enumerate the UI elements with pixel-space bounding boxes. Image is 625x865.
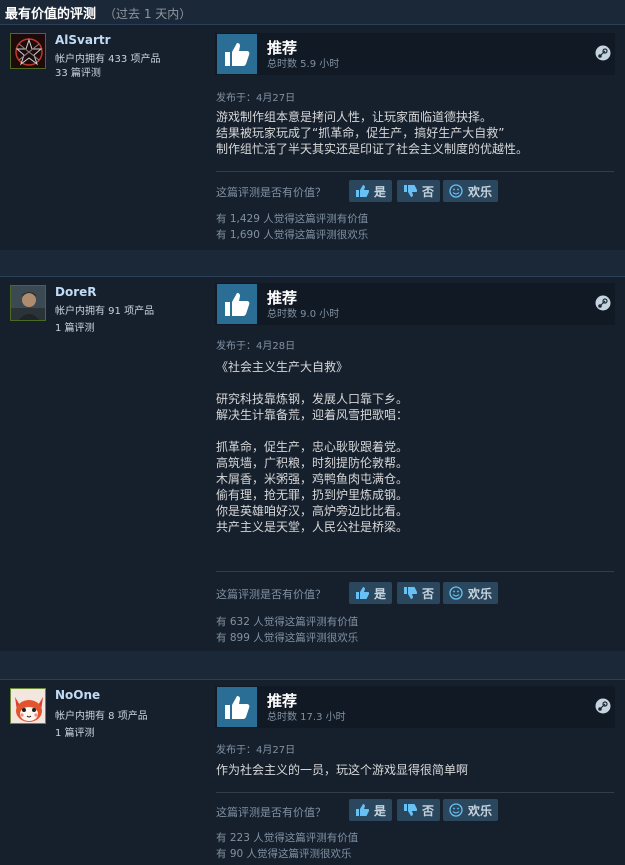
review-separator [0, 651, 625, 679]
section-header: 最有价值的评测 （过去 1 天内） [0, 0, 625, 24]
thumbs-up-icon [356, 804, 369, 816]
vote-no-label: 否 [422, 184, 435, 199]
vote-funny-button[interactable]: 欢乐 [443, 799, 499, 821]
author-review-count[interactable]: 1 篇评测 [55, 724, 95, 739]
avatar[interactable] [10, 688, 46, 724]
helpful-count: 有 1,429 人觉得这篇评测有价值 [216, 213, 369, 225]
divider [216, 792, 614, 793]
helpful-question: 这篇评测是否有价值？ [216, 186, 326, 199]
vote-funny-label: 欢乐 [468, 803, 493, 818]
vote-yes-label: 是 [374, 586, 387, 601]
vote-no-label: 否 [422, 803, 435, 818]
review-card: DoreR 帐户内拥有 91 项产品 1 篇评测 推荐 总时数 9.0 小时 发… [0, 276, 625, 651]
posted-date: 发布于：4月28日 [216, 341, 296, 352]
review-content: 游戏制作组本意是拷问人性，让玩家面临道德抉择。 结果被玩家玩成了“抓革命，促生产… [216, 110, 529, 156]
playtime: 总时数 17.3 小时 [267, 712, 346, 723]
funny-count: 有 1,690 人觉得这篇评测很欢乐 [216, 229, 369, 241]
steam-icon [595, 295, 611, 311]
thumbs-down-icon [404, 587, 417, 599]
thumbs-up-icon [356, 587, 369, 599]
playtime: 总时数 5.9 小时 [267, 59, 340, 70]
smiley-icon [449, 803, 463, 817]
author-products[interactable]: 帐户内拥有 91 项产品 [55, 302, 154, 317]
vote-no-button[interactable]: 否 [397, 799, 441, 821]
author-review-count[interactable]: 33 篇评测 [55, 64, 101, 79]
vote-yes-button[interactable]: 是 [349, 799, 393, 821]
funny-count: 有 899 人觉得这篇评测很欢乐 [216, 632, 359, 644]
thumbs-up-icon [217, 34, 257, 74]
vote-funny-button[interactable]: 欢乐 [443, 180, 499, 202]
thumbs-up-icon [356, 185, 369, 197]
author-name[interactable]: NoOne [55, 688, 100, 702]
review-content: 《社会主义生产大自救》 研究科技靠炼钢，发展人口靠下乡。 解决生计靠备荒，迎着风… [216, 360, 409, 534]
avatar[interactable] [10, 33, 46, 69]
thumbs-down-icon [404, 804, 417, 816]
smiley-icon [449, 586, 463, 600]
review-separator [0, 250, 625, 276]
recommendation-box[interactable]: 推荐 总时数 5.9 小时 [215, 33, 615, 75]
avatar[interactable] [10, 285, 46, 321]
thumbs-down-icon [404, 185, 417, 197]
playtime: 总时数 9.0 小时 [267, 309, 340, 320]
thumbs-up-icon [217, 284, 257, 324]
vote-yes-button[interactable]: 是 [349, 180, 393, 202]
author-review-count[interactable]: 1 篇评测 [55, 319, 95, 334]
author-name[interactable]: DoreR [55, 285, 97, 299]
author-products[interactable]: 帐户内拥有 433 项产品 [55, 50, 160, 65]
vote-no-label: 否 [422, 586, 435, 601]
helpful-count: 有 632 人觉得这篇评测有价值 [216, 616, 359, 628]
vote-yes-button[interactable]: 是 [349, 582, 393, 604]
steam-icon [595, 45, 611, 61]
helpful-question: 这篇评测是否有价值？ [216, 588, 326, 601]
vote-no-button[interactable]: 否 [397, 582, 441, 604]
section-subtitle: （过去 1 天内） [104, 7, 192, 21]
smiley-icon [449, 184, 463, 198]
review-card: AlSvartr 帐户内拥有 433 项产品 33 篇评测 推荐 总时数 5.9… [0, 24, 625, 250]
funny-count: 有 90 人觉得这篇评测很欢乐 [216, 848, 352, 860]
section-title: 最有价值的评测 [5, 7, 97, 22]
vote-funny-label: 欢乐 [468, 184, 493, 199]
vote-funny-button[interactable]: 欢乐 [443, 582, 499, 604]
helpful-question: 这篇评测是否有价值？ [216, 806, 326, 819]
thumbs-up-icon [217, 687, 257, 727]
divider [216, 171, 614, 172]
author-products[interactable]: 帐户内拥有 8 项产品 [55, 707, 148, 722]
recommendation-box[interactable]: 推荐 总时数 9.0 小时 [215, 283, 615, 325]
vote-yes-label: 是 [374, 184, 387, 199]
vote-yes-label: 是 [374, 803, 387, 818]
steam-icon [595, 698, 611, 714]
vote-funny-label: 欢乐 [468, 586, 493, 601]
helpful-count: 有 223 人觉得这篇评测有价值 [216, 832, 359, 844]
divider [216, 571, 614, 572]
recommendation-box[interactable]: 推荐 总时数 17.3 小时 [215, 686, 615, 728]
author-name[interactable]: AlSvartr [55, 33, 111, 47]
posted-date: 发布于：4月27日 [216, 745, 296, 756]
review-content: 作为社会主义的一员，玩这个游戏显得很简单啊 [216, 763, 469, 777]
posted-date: 发布于：4月27日 [216, 93, 296, 104]
vote-no-button[interactable]: 否 [397, 180, 441, 202]
review-card: NoOne 帐户内拥有 8 项产品 1 篇评测 推荐 总时数 17.3 小时 发… [0, 679, 625, 865]
